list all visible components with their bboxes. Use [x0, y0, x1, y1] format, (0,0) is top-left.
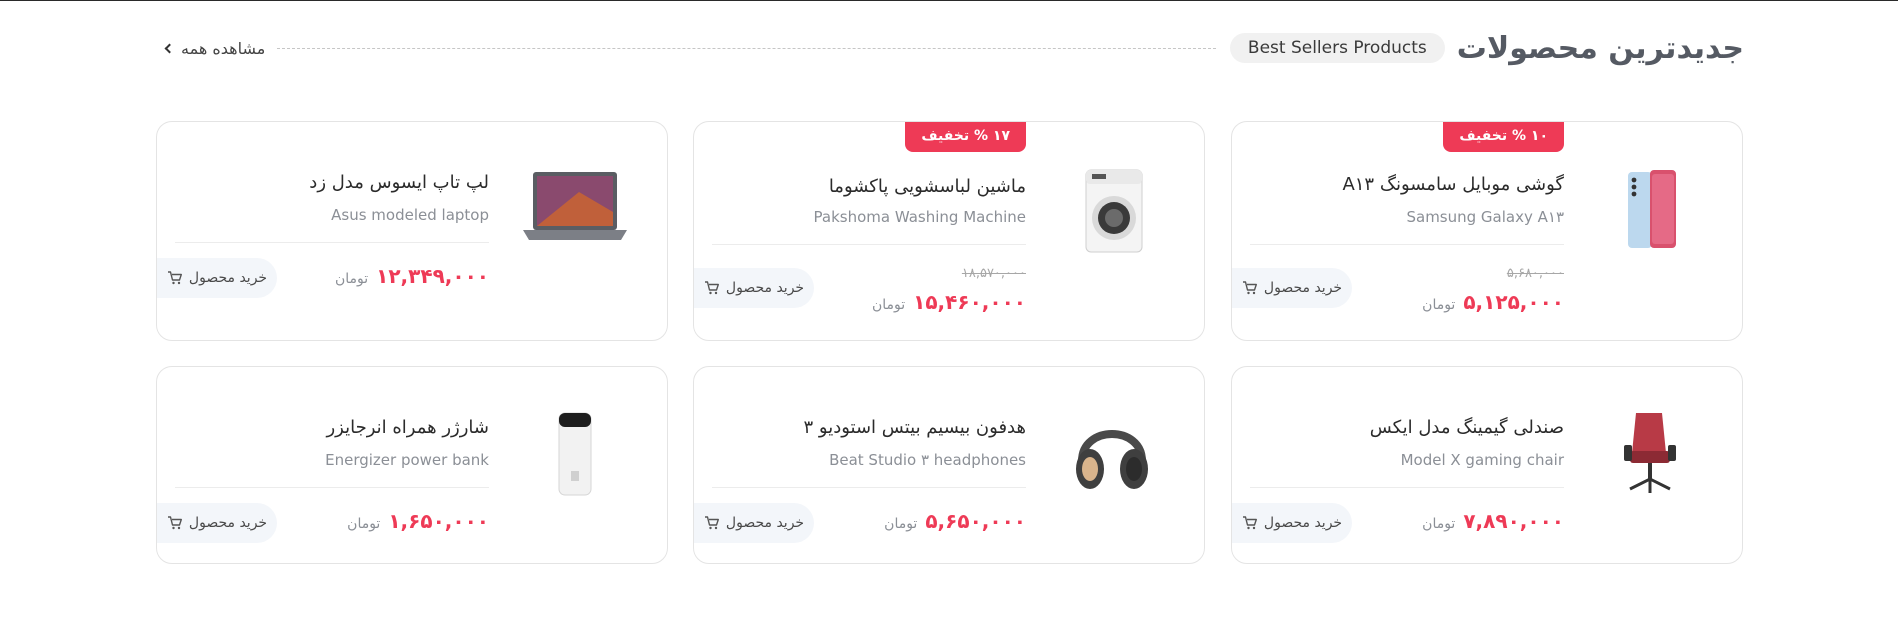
cart-icon — [167, 515, 183, 531]
chevron-left-icon — [164, 43, 175, 53]
cart-icon — [1242, 515, 1258, 531]
best-sellers-pill[interactable]: Best Sellers Products — [1229, 33, 1445, 63]
product-english-name: Model X gaming chair — [1400, 451, 1564, 469]
buy-label: خرید محصول — [188, 270, 268, 286]
currency-label: تومان — [347, 516, 381, 532]
price-value: ۵,۱۲۵,۰۰۰ — [1463, 290, 1564, 314]
header-divider — [277, 47, 1216, 49]
price: ۵,۱۲۵,۰۰۰ تومان — [1422, 290, 1564, 314]
price-value: ۱,۶۵۰,۰۰۰ — [388, 509, 489, 533]
card-divider — [1250, 487, 1564, 488]
currency-label: تومان — [871, 297, 906, 313]
buy-button[interactable]: خرید محصول — [694, 503, 814, 543]
product-name[interactable]: ماشین لباسشویی پاکشوما — [829, 176, 1026, 197]
product-name[interactable]: لپ تاپ ایسوس مدل زد — [309, 172, 489, 193]
power-bank-icon[interactable] — [519, 409, 631, 499]
phone-icon[interactable] — [1594, 164, 1706, 254]
buy-label: خرید محصول — [725, 515, 805, 531]
card-divider — [1250, 244, 1564, 245]
price: ۷,۸۹۰,۰۰۰ تومان — [1422, 509, 1564, 533]
price-value: ۱۲,۳۴۹,۰۰۰ — [376, 264, 489, 288]
cart-icon — [1242, 280, 1258, 296]
cart-icon — [167, 270, 183, 286]
product-name[interactable]: هدفون بیسیم بیتس استودیو ۳ — [804, 417, 1027, 438]
buy-label: خرید محصول — [188, 515, 268, 531]
buy-button[interactable]: خرید محصول — [1232, 503, 1352, 543]
gaming-chair-icon[interactable] — [1594, 409, 1706, 499]
buy-button[interactable]: خرید محصول — [694, 268, 814, 308]
currency-label: تومان — [884, 516, 918, 532]
card-divider — [712, 487, 1026, 488]
top-border — [0, 0, 1898, 1]
product-name[interactable]: صندلی گیمینگ مدل ایکس — [1370, 417, 1564, 438]
card-divider — [712, 244, 1026, 245]
product-english-name: Samsung Galaxy A۱۳ — [1406, 208, 1564, 226]
price: ۱۵,۴۶۰,۰۰۰ تومان — [872, 290, 1026, 314]
product-name[interactable]: گوشی موبایل سامسونگ A۱۳ — [1342, 174, 1564, 195]
currency-label: تومان — [1422, 516, 1456, 532]
buy-button[interactable]: خرید محصول — [157, 258, 277, 298]
buy-label: خرید محصول — [725, 280, 805, 296]
buy-button[interactable]: خرید محصول — [157, 503, 277, 543]
price: ۱,۶۵۰,۰۰۰ تومان — [347, 509, 489, 533]
price: ۵,۶۵۰,۰۰۰ تومان — [884, 509, 1026, 533]
card-divider — [175, 487, 489, 488]
discount-badge: ۱۰ % تخفیف — [1443, 122, 1564, 152]
buy-button[interactable]: خرید محصول — [1232, 268, 1352, 308]
washing-machine-icon[interactable] — [1056, 166, 1168, 256]
product-card[interactable]: شارژر همراه انرجایزر Energizer power ban… — [156, 366, 668, 564]
view-all-link[interactable]: مشاهده همه — [164, 38, 266, 58]
laptop-icon[interactable] — [519, 162, 631, 252]
price-value: ۱۵,۴۶۰,۰۰۰ — [913, 290, 1026, 314]
old-price: ۱۸,۵۷۰,۰۰۰ — [961, 266, 1026, 281]
product-english-name: Energizer power bank — [325, 451, 489, 469]
card-divider — [175, 242, 489, 243]
product-card[interactable]: صندلی گیمینگ مدل ایکس Model X gaming cha… — [1231, 366, 1743, 564]
product-english-name: Asus modeled laptop — [331, 206, 489, 224]
old-price: ۵,۶۸۰,۰۰۰ — [1506, 266, 1564, 281]
price-value: ۵,۶۵۰,۰۰۰ — [925, 509, 1026, 533]
cart-icon — [704, 280, 720, 296]
price: ۱۲,۳۴۹,۰۰۰ تومان — [335, 264, 489, 288]
headphones-icon[interactable] — [1056, 409, 1168, 499]
section-header: جدیدترین محصولات Best Sellers Products م… — [164, 30, 1744, 66]
buy-label: خرید محصول — [1263, 515, 1343, 531]
product-english-name: Beat Studio ۳ headphones — [829, 451, 1026, 469]
product-name[interactable]: شارژر همراه انرجایزر — [326, 417, 489, 438]
product-card[interactable]: لپ تاپ ایسوس مدل زد Asus modeled laptop … — [156, 121, 668, 341]
cart-icon — [704, 515, 720, 531]
section-title: جدیدترین محصولات — [1456, 30, 1744, 66]
product-card[interactable]: ۱۰ % تخفیف گوشی موبایل سامسونگ A۱۳ Samsu… — [1231, 121, 1743, 341]
view-all-label: مشاهده همه — [181, 38, 266, 58]
buy-label: خرید محصول — [1263, 280, 1343, 296]
currency-label: تومان — [334, 271, 369, 287]
currency-label: تومان — [1422, 297, 1456, 313]
product-card[interactable]: هدفون بیسیم بیتس استودیو ۳ Beat Studio ۳… — [693, 366, 1205, 564]
discount-badge: ۱۷ % تخفیف — [905, 122, 1026, 152]
price-value: ۷,۸۹۰,۰۰۰ — [1463, 509, 1564, 533]
product-english-name: Pakshoma Washing Machine — [813, 208, 1026, 226]
product-card[interactable]: ۱۷ % تخفیف ماشین لباسشویی پاکشوما Paksho… — [693, 121, 1205, 341]
